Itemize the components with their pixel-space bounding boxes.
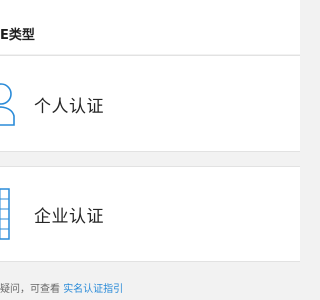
enterprise-verification-card[interactable]: 企业认证 — [0, 166, 300, 262]
enterprise-verification-label: 企业认证 — [34, 207, 104, 227]
personal-verification-card[interactable]: 个人认证 — [0, 55, 300, 152]
person-icon — [0, 80, 20, 130]
section-title: E类型 — [0, 28, 35, 43]
personal-verification-label: 个人认证 — [34, 97, 104, 117]
header-bar: E类型 — [0, 0, 300, 54]
building-icon — [0, 183, 12, 247]
verification-guide-link[interactable]: 实名认证指引 — [63, 284, 123, 295]
help-text: 疑问，可查看 — [0, 284, 64, 295]
help-footer: 疑问，可查看 实名认证指引 — [0, 280, 123, 295]
